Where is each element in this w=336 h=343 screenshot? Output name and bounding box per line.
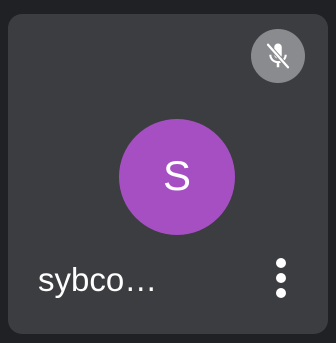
avatar-initial: S — [162, 152, 191, 199]
avatar: S — [119, 119, 235, 235]
participant-name: sybco… — [38, 261, 158, 298]
participant-tile: S sybco… — [8, 14, 328, 334]
more-vertical-icon — [276, 258, 286, 298]
mic-muted-indicator — [251, 29, 305, 83]
mic-off-icon — [265, 42, 291, 70]
more-options-button[interactable] — [263, 253, 299, 303]
